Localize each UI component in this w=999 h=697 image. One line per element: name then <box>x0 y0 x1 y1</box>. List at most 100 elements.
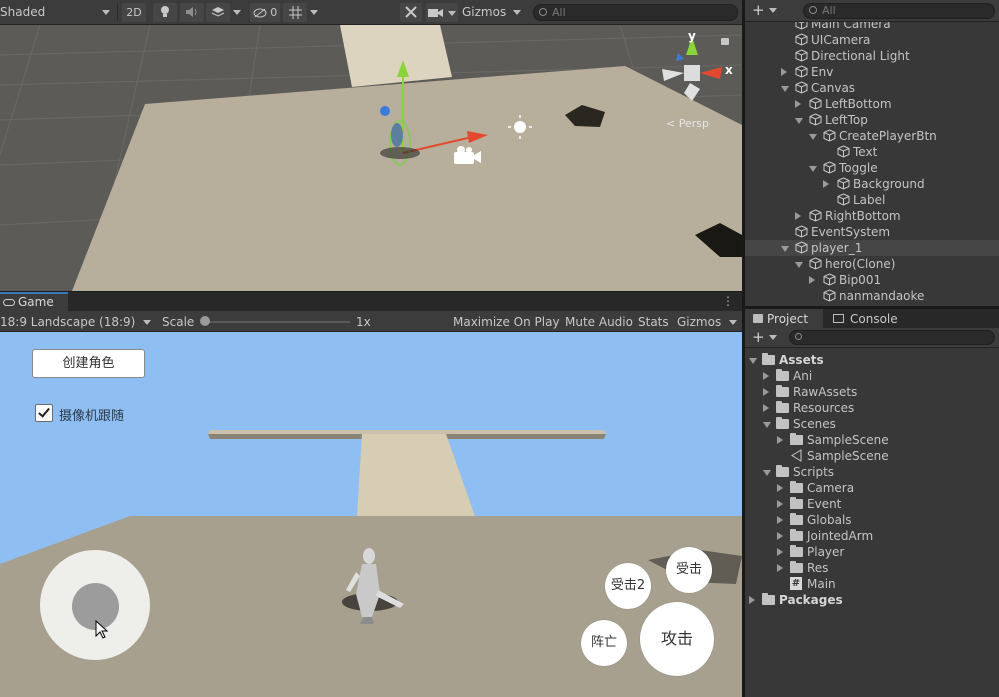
tab-console[interactable]: Console <box>825 309 925 329</box>
expand-down-icon[interactable] <box>763 422 771 428</box>
project-item[interactable]: SampleScene <box>745 432 999 448</box>
project-item[interactable]: SampleScene <box>745 448 999 464</box>
mute-audio-button[interactable]: Mute Audio <box>565 314 633 330</box>
shading-mode-dropdown[interactable]: Shaded <box>0 3 112 22</box>
expand-right-icon[interactable] <box>763 404 769 412</box>
expand-down-icon[interactable] <box>809 166 817 172</box>
scene-viewport[interactable]: y x < Persp <box>0 25 742 291</box>
expand-down-icon[interactable] <box>763 470 771 476</box>
tab-project[interactable]: Project <box>745 309 823 329</box>
game-viewport[interactable]: 创建角色 摄像机跟随 受击2 受击 阵亡 攻击 <box>0 332 742 697</box>
tab-game[interactable]: Game <box>0 292 68 312</box>
hierarchy-item[interactable]: EventSystem <box>745 224 999 240</box>
expand-right-icon[interactable] <box>823 180 829 188</box>
project-add-button[interactable]: + <box>752 329 777 346</box>
gameobject-cube-icon <box>795 49 808 62</box>
expand-down-icon[interactable] <box>809 134 817 140</box>
hierarchy-item[interactable]: Env <box>745 64 999 80</box>
project-item[interactable]: Scenes <box>745 416 999 432</box>
hierarchy-item[interactable]: UICamera <box>745 32 999 48</box>
project-item[interactable]: # Main <box>745 576 999 592</box>
hidden-objects-toggle[interactable]: 0 <box>250 3 280 22</box>
expand-right-icon[interactable] <box>777 548 783 556</box>
hierarchy-search-input[interactable]: All <box>803 3 995 19</box>
maximize-on-play-button[interactable]: Maximize On Play <box>453 314 560 330</box>
hierarchy-item[interactable]: Bip001 <box>745 272 999 288</box>
expand-right-icon[interactable] <box>777 484 783 492</box>
hierarchy-item[interactable]: nanmandaoke <box>745 288 999 304</box>
grid-dropdown[interactable] <box>310 3 322 22</box>
project-item[interactable]: Scripts <box>745 464 999 480</box>
project-item[interactable]: Packages <box>745 592 999 608</box>
project-item[interactable]: Event <box>745 496 999 512</box>
expand-down-icon[interactable] <box>795 118 803 124</box>
hierarchy-item[interactable]: Label <box>745 192 999 208</box>
project-item[interactable]: Res <box>745 560 999 576</box>
hierarchy-item[interactable]: Background <box>745 176 999 192</box>
death-button[interactable]: 阵亡 <box>581 620 627 666</box>
more-options-icon[interactable]: ⋮ <box>722 294 734 308</box>
expand-right-icon[interactable] <box>795 100 801 108</box>
expand-right-icon[interactable] <box>749 596 755 604</box>
expand-right-icon[interactable] <box>777 532 783 540</box>
effects-toggle-button[interactable] <box>206 3 230 22</box>
gizmos-dropdown[interactable]: Gizmos <box>462 3 528 22</box>
hit2-button[interactable]: 受击2 <box>605 563 651 609</box>
tools-button[interactable] <box>400 3 422 22</box>
expand-down-icon[interactable] <box>781 86 789 92</box>
effects-dropdown[interactable] <box>233 3 245 22</box>
create-character-button[interactable]: 创建角色 <box>32 349 145 378</box>
project-item[interactable]: JointedArm <box>745 528 999 544</box>
project-item[interactable]: Camera <box>745 480 999 496</box>
hierarchy-item[interactable]: Canvas <box>745 80 999 96</box>
project-item[interactable]: RawAssets <box>745 384 999 400</box>
camera-settings-button[interactable] <box>426 3 458 22</box>
hierarchy-item[interactable]: player_1 <box>745 240 999 256</box>
hierarchy-item[interactable]: Main Camera <box>745 22 999 32</box>
expand-right-icon[interactable] <box>777 500 783 508</box>
expand-right-icon[interactable] <box>777 436 783 444</box>
hierarchy-item[interactable]: hero(Clone) <box>745 256 999 272</box>
stats-button[interactable]: Stats <box>638 314 669 330</box>
2d-toggle-button[interactable]: 2D <box>122 3 146 22</box>
expand-right-icon[interactable] <box>763 372 769 380</box>
expand-down-icon[interactable] <box>749 358 757 364</box>
hierarchy-item[interactable]: Toggle <box>745 160 999 176</box>
project-search-input[interactable] <box>789 330 995 345</box>
hierarchy-item[interactable]: LeftBottom <box>745 96 999 112</box>
follow-camera-checkbox[interactable] <box>35 404 53 422</box>
expand-right-icon[interactable] <box>809 276 815 284</box>
hierarchy-item[interactable]: RightBottom <box>745 208 999 224</box>
hierarchy-item[interactable]: LeftTop <box>745 112 999 128</box>
project-item[interactable]: Player <box>745 544 999 560</box>
virtual-joystick[interactable] <box>40 550 150 660</box>
aspect-ratio-dropdown[interactable]: 18:9 Landscape (18:9) <box>0 314 155 330</box>
scale-slider-handle[interactable] <box>200 316 210 326</box>
attack-button[interactable]: 攻击 <box>640 602 714 676</box>
game-gizmos-dropdown[interactable]: Gizmos <box>677 314 739 330</box>
projection-label[interactable]: < Persp <box>666 117 709 130</box>
project-item[interactable]: Globals <box>745 512 999 528</box>
project-item[interactable]: Ani <box>745 368 999 384</box>
gizmo-y-label: y <box>688 29 696 43</box>
scene-search-input[interactable]: All <box>533 4 738 21</box>
expand-right-icon[interactable] <box>781 68 787 76</box>
lighting-toggle-button[interactable] <box>153 3 177 22</box>
expand-down-icon[interactable] <box>795 262 803 268</box>
hierarchy-item[interactable]: Directional Light <box>745 48 999 64</box>
hit-button[interactable]: 受击 <box>666 547 712 593</box>
expand-right-icon[interactable] <box>777 516 783 524</box>
project-item[interactable]: Assets <box>745 352 999 368</box>
scale-slider-track[interactable] <box>204 321 350 323</box>
grid-toggle-button[interactable] <box>283 3 307 22</box>
expand-down-icon[interactable] <box>781 246 789 252</box>
expand-right-icon[interactable] <box>777 564 783 572</box>
project-item[interactable]: Resources <box>745 400 999 416</box>
hierarchy-item[interactable]: CreatePlayerBtn <box>745 128 999 144</box>
audio-toggle-button[interactable] <box>180 3 204 22</box>
expand-right-icon[interactable] <box>795 212 801 220</box>
hierarchy-add-button[interactable]: + <box>752 2 777 19</box>
hierarchy-item[interactable]: Text <box>745 144 999 160</box>
expand-right-icon[interactable] <box>763 388 769 396</box>
lock-icon[interactable] <box>721 38 729 45</box>
